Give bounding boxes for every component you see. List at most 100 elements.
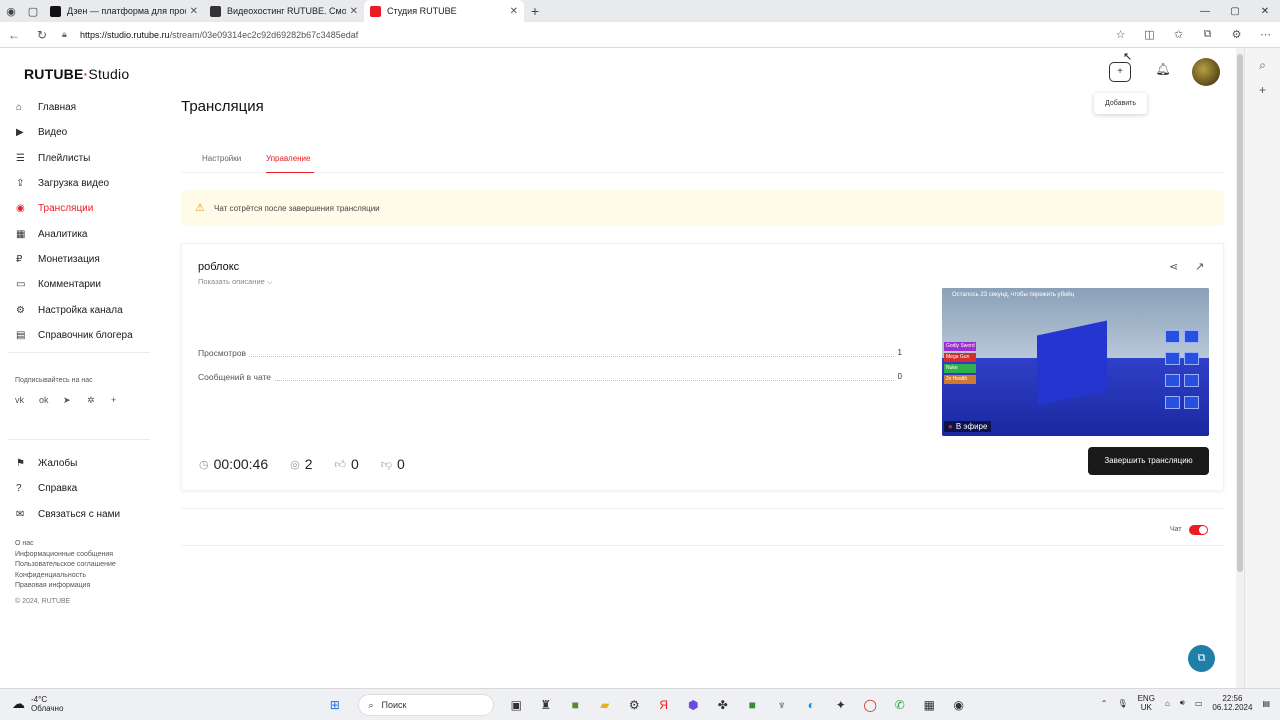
minecraft-icon[interactable]: ■ <box>738 694 768 716</box>
add-sidebar-icon[interactable]: + <box>1245 83 1280 97</box>
sidebar-item-video[interactable]: ▶ Видео <box>0 120 150 145</box>
battery-icon[interactable]: ▭ <box>1195 699 1203 708</box>
footer-link[interactable]: Правовая информация <box>15 581 116 592</box>
opera-icon[interactable]: ◯ <box>856 694 886 716</box>
mic-icon[interactable]: 🎙︎ <box>1117 699 1127 708</box>
app-icon[interactable]: ⬢ <box>679 694 709 716</box>
footer-link[interactable]: Информационные сообщения <box>15 550 116 561</box>
weather-widget[interactable]: ☁ -4°C Облачно <box>12 695 63 713</box>
sidebar-item-blogger-guide[interactable]: ▤ Справочник блогера <box>0 323 150 348</box>
scrollbar-thumb[interactable] <box>1237 54 1243 572</box>
stream-preview[interactable]: Осталось 23 секунд, чтобы пережить убийц… <box>942 288 1209 436</box>
minecraft-icon[interactable]: ■ <box>561 694 591 716</box>
sidebar-item-home[interactable]: ⌂ Главная <box>0 95 150 120</box>
browser-tab-2[interactable]: Видеохостинг RUTUBE. Смотрит ✕ <box>204 0 364 22</box>
footer-link[interactable]: О нас <box>15 539 116 550</box>
tab-control[interactable]: Управление <box>266 154 310 163</box>
show-description-toggle[interactable]: Показать описание ⌵ <box>198 277 273 287</box>
whatsapp-icon[interactable]: ✆ <box>885 694 915 716</box>
minimize-icon[interactable]: — <box>1190 6 1220 17</box>
extensions-icon[interactable]: ⚙ <box>1222 28 1251 41</box>
system-tray: ⌃ 🎙︎ ENG UK ⌂ 🔊︎ ▭ 22:56 06.12.2024 ▤ <box>1091 694 1270 712</box>
close-window-icon[interactable]: ✕ <box>1250 6 1280 17</box>
warning-icon: ⚠ <box>195 202 205 214</box>
close-tab-icon[interactable]: ✕ <box>510 6 518 17</box>
sidebar-item-analytics[interactable]: ▦ Аналитика <box>0 221 150 246</box>
task-view-icon[interactable]: ▣ <box>502 694 532 716</box>
external-link-icon[interactable]: ↗ <box>1195 260 1204 273</box>
home-icon: ⌂ <box>16 102 23 114</box>
start-icon[interactable]: ⊞ <box>320 694 350 716</box>
search-icon[interactable]: ⌕ <box>1245 58 1280 73</box>
footer-link[interactable]: Конфиденциальность <box>15 571 116 582</box>
tray-chevron-icon[interactable]: ⌃ <box>1101 699 1108 708</box>
ok-icon[interactable]: ok <box>39 395 63 406</box>
sidebar-item-help[interactable]: ? Справка <box>0 476 150 501</box>
profile-icon[interactable]: ◉ <box>0 0 22 22</box>
viewers-icon: ◎ <box>290 458 300 471</box>
favorite-star-icon[interactable]: ☆ <box>1106 28 1135 41</box>
footer-link[interactable]: Пользовательское соглашение <box>15 560 116 571</box>
reload-icon[interactable]: ↻ <box>28 28 56 42</box>
chat-toggle[interactable] <box>1189 525 1208 535</box>
close-tab-icon[interactable]: ✕ <box>190 6 198 17</box>
collections-icon[interactable]: ⧉ <box>1193 28 1222 41</box>
app-sidebar: RUTUBE·Studio ⌂ Главная ▶ Видео ☰ Плейлисты… <box>0 48 150 688</box>
yandex-icon[interactable]: Я <box>649 694 679 716</box>
sidebar-item-monetization[interactable]: ₽ Монетизация <box>0 247 150 272</box>
settings-icon[interactable]: ⚙ <box>620 694 650 716</box>
obs-icon[interactable]: ◉ <box>944 694 974 716</box>
end-stream-button[interactable]: Завершить трансляцию <box>1088 447 1209 475</box>
browser-tab-3[interactable]: Студия RUTUBE ✕ <box>364 0 524 22</box>
thumbs-down-icon: 👎︎ <box>380 458 392 471</box>
add-button[interactable]: + <box>1109 62 1131 82</box>
app-icon[interactable]: ♆ <box>767 694 797 716</box>
back-icon[interactable]: ← <box>0 28 28 42</box>
sidebar-item-broadcasts[interactable]: ◉ Трансляции <box>0 196 150 221</box>
sidebar-item-comments[interactable]: ▭ Комментарии <box>0 272 150 297</box>
book-icon: ▤ <box>16 329 26 341</box>
close-tab-icon[interactable]: ✕ <box>350 6 358 17</box>
sidebar-item-upload[interactable]: ⇪ Загрузка видео <box>0 171 150 196</box>
language-indicator[interactable]: ENG UK <box>1138 694 1155 712</box>
share-icon[interactable]: ⋖ <box>1169 260 1178 273</box>
dzen-icon[interactable]: ✲ <box>87 395 111 406</box>
folder-icon[interactable]: ▰ <box>590 694 620 716</box>
playlist-icon: ☰ <box>16 152 25 164</box>
rutube-studio-logo[interactable]: RUTUBE·Studio <box>24 66 129 82</box>
volume-icon[interactable]: 🔊︎ <box>1180 698 1185 708</box>
telegram-icon[interactable]: ➤ <box>63 395 87 406</box>
notifications-bell-icon[interactable]: 🔔︎ <box>1154 62 1172 76</box>
favorites-icon[interactable]: ✩ <box>1164 28 1193 41</box>
sidebar-item-channel-settings[interactable]: ⚙ Настройка канала <box>0 297 150 322</box>
url-field[interactable]: 🔒︎ https://studio.rutube.ru /stream/03e0… <box>62 25 1100 45</box>
stat-label: Просмотров <box>198 348 250 358</box>
more-icon[interactable]: ⋯ <box>1251 28 1280 41</box>
plus-icon[interactable]: + <box>111 395 135 406</box>
split-screen-icon[interactable]: ◫ <box>1135 28 1164 41</box>
sidebar-item-complaints[interactable]: ⚑ Жалобы <box>0 451 150 476</box>
vk-icon[interactable]: vk <box>15 395 39 406</box>
notification-icon[interactable]: ▤ <box>1262 699 1270 708</box>
help-chat-icon[interactable]: ⧉ <box>1188 645 1215 672</box>
clock[interactable]: 22:56 06.12.2024 <box>1212 694 1252 712</box>
tab-settings[interactable]: Настройки <box>202 154 241 163</box>
taskbar: ☁ -4°C Облачно ⊞ ⌕ Поиск ▣ ♜ ■ ▰ ⚙ Я ⬢ ✤ ■… <box>0 688 1280 720</box>
avatar[interactable] <box>1192 58 1220 86</box>
sidebar-item-contact[interactable]: ✉ Связаться с нами <box>0 502 150 527</box>
divider <box>8 439 150 440</box>
browser-tab-1[interactable]: Дзен — платформа для просмо ✕ <box>44 0 204 22</box>
new-tab-icon[interactable]: + <box>524 3 546 19</box>
app-icon[interactable]: ✦ <box>826 694 856 716</box>
tab-actions-icon[interactable]: ▢ <box>22 0 44 22</box>
chat-section: Чат <box>181 508 1224 688</box>
edge-icon[interactable]: ◐ <box>797 694 827 716</box>
network-icon[interactable]: ⌂ <box>1165 699 1170 708</box>
comments-icon: ▭ <box>16 279 26 291</box>
app-icon[interactable]: ✤ <box>708 694 738 716</box>
taskbar-search[interactable]: ⌕ Поиск <box>357 694 494 716</box>
app-icon[interactable]: ♜ <box>531 694 561 716</box>
maximize-icon[interactable]: ▢ <box>1220 6 1250 17</box>
app-icon[interactable]: ▦ <box>915 694 945 716</box>
sidebar-item-playlists[interactable]: ☰ Плейлисты <box>0 146 150 171</box>
